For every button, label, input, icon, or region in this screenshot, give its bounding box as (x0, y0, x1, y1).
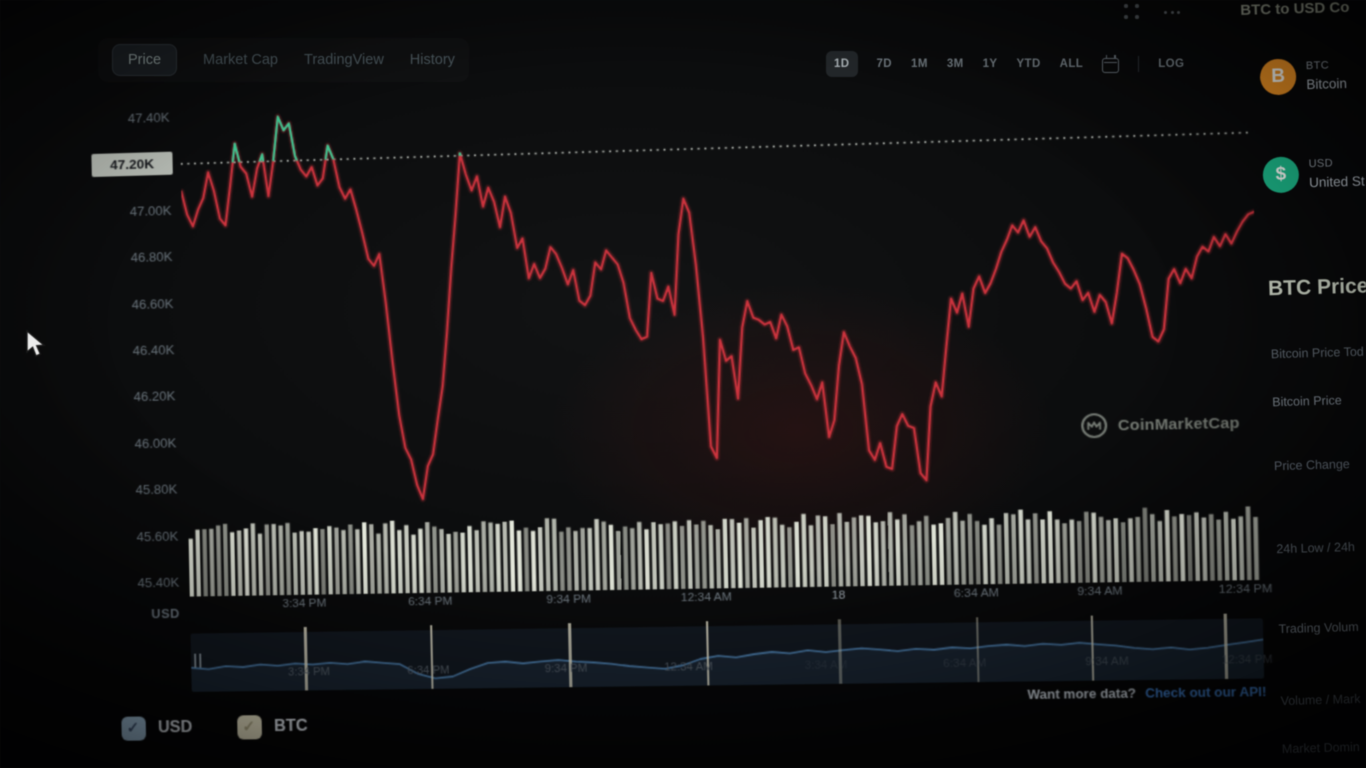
navigator-label: 12:34 AM (664, 661, 713, 674)
sidebar-row-bitcoin-price[interactable]: Bitcoin Price (1272, 393, 1342, 409)
x-axis-label: 9:34 PM (546, 593, 591, 606)
coin-name: Bitcoin (1306, 76, 1347, 92)
coin-name: United St (1309, 174, 1365, 191)
previous-close-price-tag: 47.20K (91, 152, 172, 177)
navigator-label: 6:34 AM (943, 657, 986, 670)
navigator-label: 6:34 PM (407, 664, 450, 677)
y-axis-unit-label: USD (99, 607, 180, 622)
api-link[interactable]: Check out our API! (1145, 685, 1267, 701)
tab-price[interactable]: Price (112, 44, 177, 76)
coin-row-btc[interactable]: B BTC Bitcoin (1260, 54, 1366, 108)
more-icon[interactable] (1164, 11, 1182, 15)
watermark: CoinMarketCap (1080, 409, 1240, 439)
sidebar-section-title: BTC Price (1268, 274, 1366, 301)
y-axis-label: 46.00K (95, 435, 176, 452)
y-axis-label: 45.40K (98, 575, 179, 591)
price-chart-plot[interactable] (180, 73, 1263, 604)
navigator-label: 9:34 PM (545, 663, 588, 676)
watermark-label: CoinMarketCap (1118, 414, 1240, 434)
tab-tradingview[interactable]: TradingView (304, 52, 384, 68)
y-axis-label: 47.40K (88, 110, 169, 128)
range-7d[interactable]: 7D (877, 58, 893, 70)
navigator-label: 3:34 PM (288, 666, 330, 679)
sidebar-row-24h-low-24h[interactable]: 24h Low / 24h (1276, 540, 1355, 556)
chart-panel: 47.20K USD CoinMarketCap Want more data?… (88, 58, 1274, 755)
x-axis-label: 18 (832, 589, 846, 601)
sidebar-row-price-change[interactable]: Price Change (1274, 457, 1350, 473)
legend-toggle-btc[interactable]: BTC (237, 715, 308, 740)
y-axis-label: 47.00K (90, 203, 171, 220)
x-axis-label: 9:34 AM (1077, 585, 1123, 598)
x-axis-label: 6:34 AM (954, 587, 999, 600)
y-axis-label: 46.20K (94, 389, 175, 406)
usd-checkbox[interactable] (121, 716, 146, 740)
coinmarketcap-chart-screen: PriceMarket CapTradingViewHistory 1D7D1M… (0, 0, 1366, 768)
navigator-label: 9:34 AM (1085, 655, 1129, 668)
tab-history[interactable]: History (410, 52, 455, 68)
btc-checkbox[interactable] (237, 715, 262, 739)
usd-icon: $ (1262, 156, 1299, 193)
mouse-cursor (24, 330, 50, 358)
right-sidebar: BTC to USD Co BBTCBitcoin$USDUnited St B… (1238, 0, 1366, 768)
grid-icon[interactable] (1124, 4, 1140, 20)
pair-section: BBTCBitcoin$USDUnited St (1240, 56, 1366, 60)
sidebar-row-volume-mark[interactable]: Volume / Mark (1280, 692, 1360, 708)
sidebar-title: BTC to USD Co (1240, 0, 1350, 19)
coin-row-usd[interactable]: $ USD United St (1262, 152, 1366, 206)
sidebar-row-trading-volum[interactable]: Trading Volum (1278, 620, 1359, 636)
navigator-drag-handle[interactable] (194, 654, 202, 668)
navigator-label: 3:34 AM (805, 659, 848, 672)
y-axis-label: 45.80K (96, 482, 177, 499)
sidebar-row-bitcoin-price-tod[interactable]: Bitcoin Price Tod (1271, 345, 1364, 362)
y-axis-label: 45.60K (97, 528, 178, 544)
sidebar-row-market-domin[interactable]: Market Domin (1282, 740, 1360, 756)
api-prompt: Want more data? Check out our API! (824, 685, 1266, 705)
tab-market-cap[interactable]: Market Cap (203, 52, 278, 68)
x-axis-label: 6:34 PM (408, 596, 452, 609)
y-axis-label: 46.60K (92, 296, 173, 313)
coinmarketcap-logo-icon (1080, 412, 1109, 439)
api-prompt-text: Want more data? (1027, 686, 1136, 702)
coin-symbol: USD (1308, 157, 1333, 170)
y-axis-label: 46.80K (91, 249, 172, 266)
coin-symbol: BTC (1306, 59, 1330, 72)
x-axis-label: 12:34 AM (681, 591, 732, 604)
legend-btc-label: BTC (274, 718, 308, 736)
chart-tab-bar: Price Market Cap TradingView History (98, 38, 469, 82)
legend-usd-label: USD (158, 719, 193, 737)
legend-toggle-usd[interactable]: USD (121, 716, 192, 741)
btc-icon: B (1260, 58, 1297, 95)
y-axis-label: 46.40K (93, 342, 174, 359)
x-axis-label: 3:34 PM (282, 597, 326, 610)
